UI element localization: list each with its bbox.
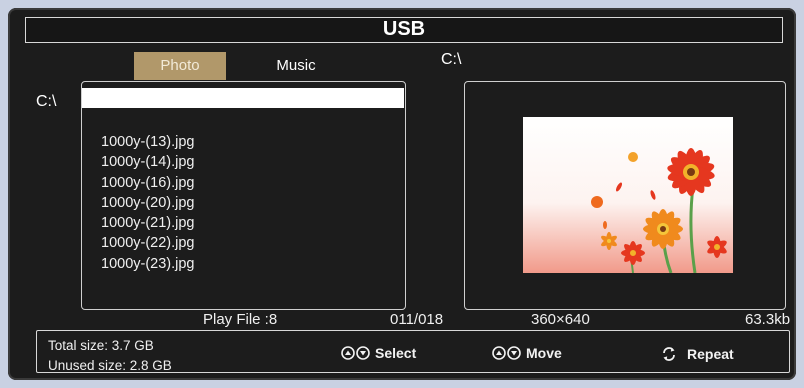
photo-thumbnail <box>523 117 733 273</box>
move-hint: Move <box>492 345 562 361</box>
file-counter: 011/018 <box>390 311 444 328</box>
repeat-hint: Repeat <box>661 346 734 362</box>
repeat-icon <box>663 347 675 361</box>
file-item[interactable]: 1000y-(23).jpg <box>101 254 195 274</box>
file-item[interactable]: 1000y-(13).jpg <box>101 132 195 152</box>
file-item[interactable]: 1000y-(16).jpg <box>101 173 195 193</box>
window-title: USB <box>25 17 783 43</box>
file-item[interactable]: 1000y-(14).jpg <box>101 152 195 172</box>
up-down-arrows-icon <box>341 346 370 360</box>
tab-photo[interactable]: Photo <box>134 52 226 80</box>
play-file-label: Play File :8 <box>203 311 278 328</box>
tab-music[interactable]: Music <box>250 52 342 80</box>
repeat-hint-label: Repeat <box>687 346 734 362</box>
select-hint-label: Select <box>375 345 417 361</box>
image-resolution: 360×640 <box>531 311 590 328</box>
current-path: C:\ <box>36 93 57 110</box>
unused-size: Unused size: 2.8 GB <box>48 358 172 373</box>
move-hint-label: Move <box>526 345 562 361</box>
file-item[interactable]: 1000y-(21).jpg <box>101 213 195 233</box>
selected-row-highlight[interactable] <box>82 88 404 108</box>
file-item[interactable]: 1000y-(22).jpg <box>101 233 195 253</box>
file-item[interactable]: 1000y-(20).jpg <box>101 193 195 213</box>
total-size: Total size: 3.7 GB <box>48 338 154 353</box>
select-hint: Select <box>341 345 416 361</box>
file-size: 63.3kb <box>745 311 791 328</box>
file-list: 1000y-(13).jpg 1000y-(14).jpg 1000y-(16)… <box>101 132 195 274</box>
up-down-arrows-icon <box>492 346 521 360</box>
preview-path: C:\ <box>441 51 462 68</box>
